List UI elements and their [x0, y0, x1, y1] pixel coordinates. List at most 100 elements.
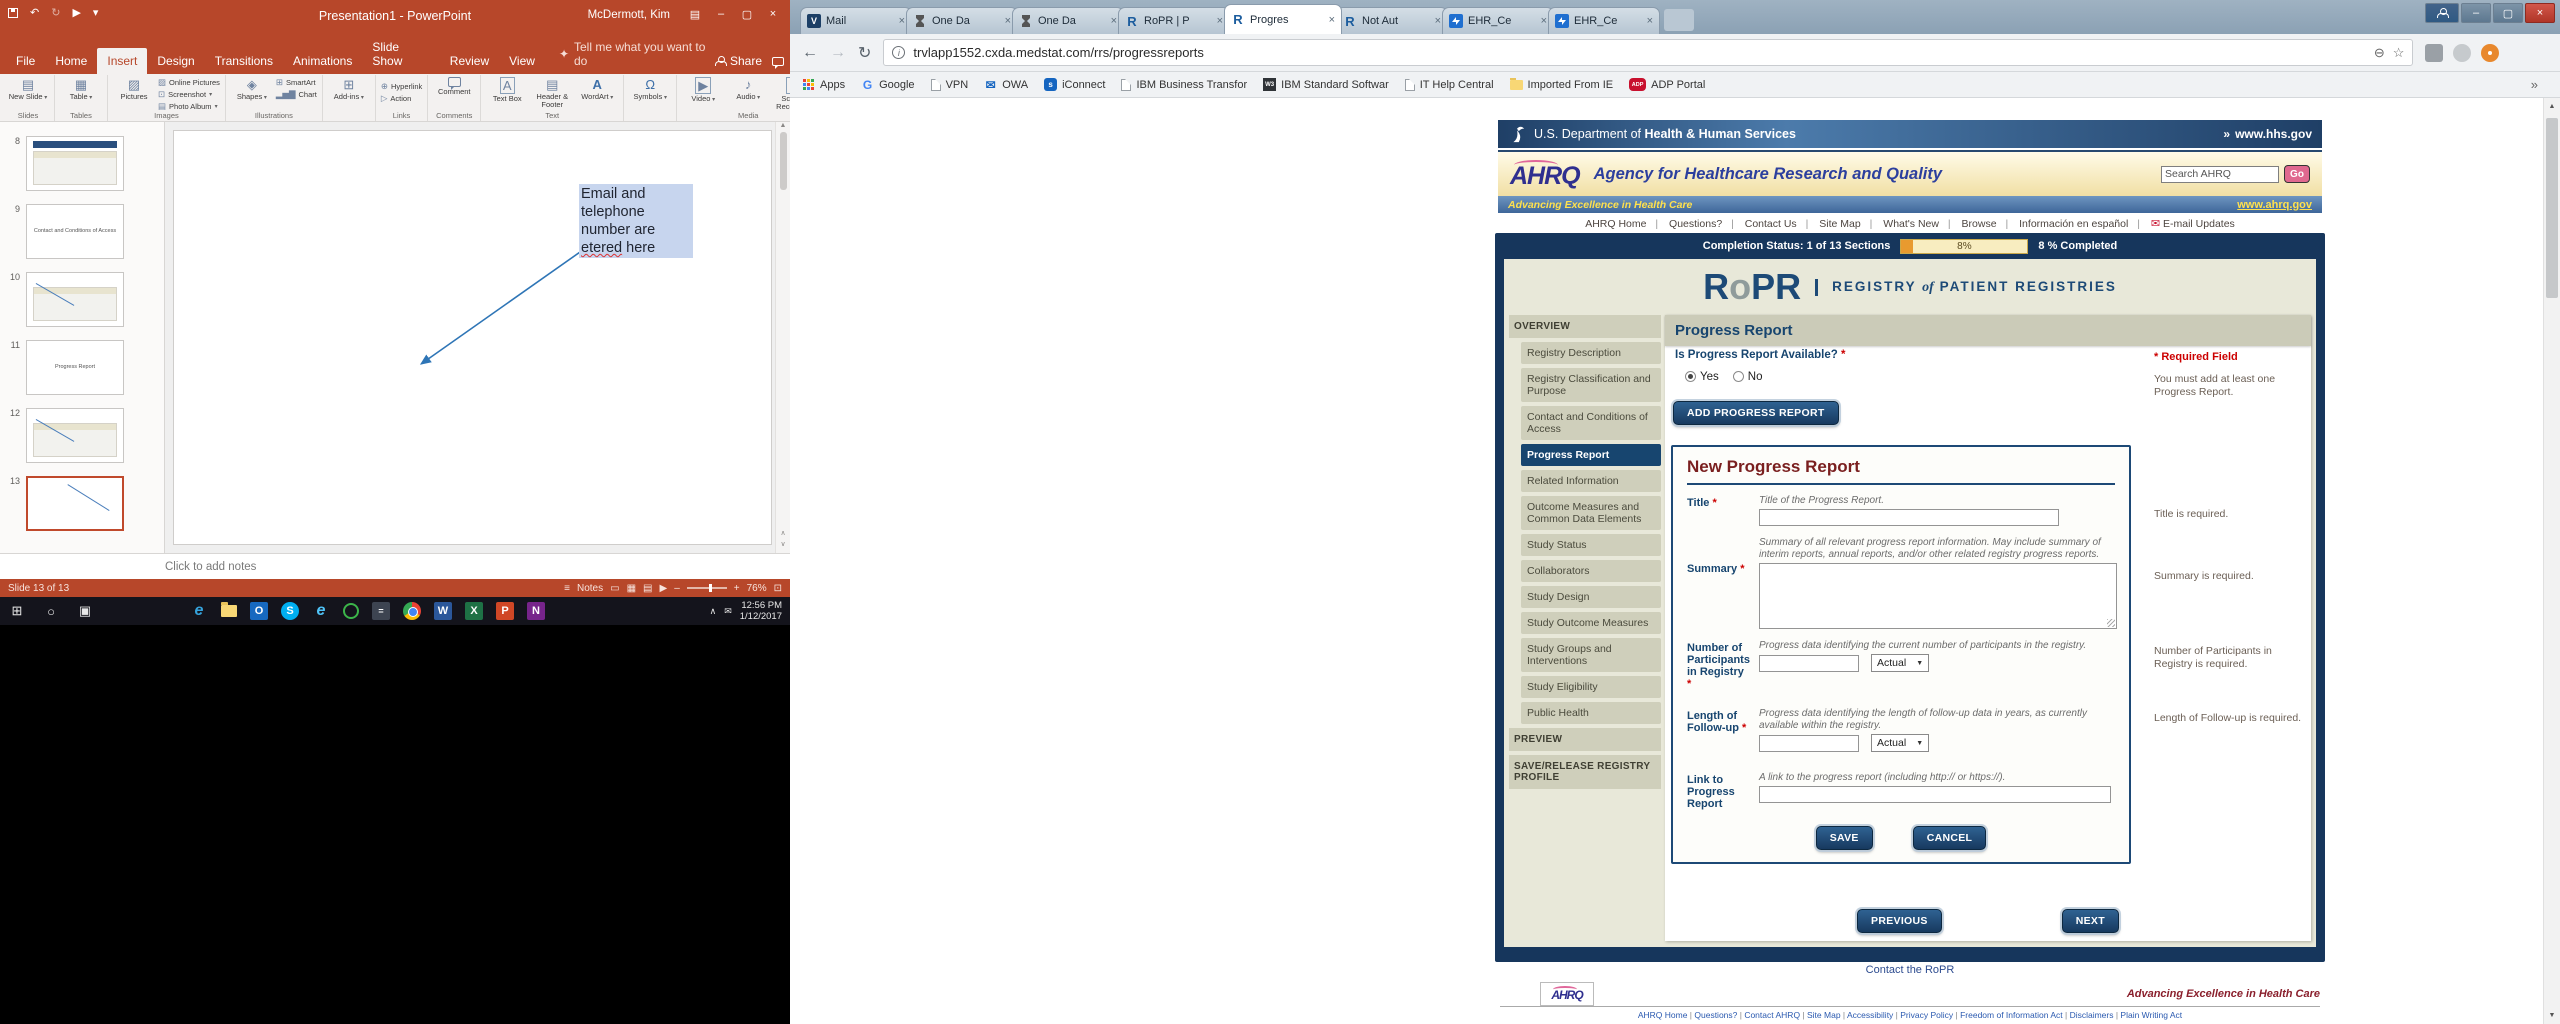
undo-icon[interactable]: ↶ — [30, 6, 39, 19]
sidebar-study-design[interactable]: Study Design — [1521, 586, 1661, 608]
sidebar-preview[interactable]: PREVIEW — [1509, 728, 1661, 751]
profile-icon[interactable] — [2425, 3, 2459, 23]
footer-questions[interactable]: Questions? — [1694, 1010, 1744, 1020]
ahrq-logo[interactable]: AHRQ — [1510, 158, 1580, 191]
radio-yes-icon[interactable] — [1685, 371, 1696, 382]
scrollbar-thumb[interactable] — [2546, 118, 2558, 298]
browser-tab-loading-2[interactable]: One Da× — [1012, 7, 1124, 34]
footer-site-map[interactable]: Site Map — [1807, 1010, 1847, 1020]
tell-me-box[interactable]: ✦Tell me what you want to do — [559, 40, 715, 74]
powerpoint-icon[interactable]: P — [496, 602, 514, 620]
previous-slide-icon[interactable]: ∧ — [780, 529, 785, 538]
sidebar-save-release[interactable]: SAVE/RELEASE REGISTRY PROFILE — [1509, 755, 1661, 789]
slide-thumbnail-12[interactable] — [26, 408, 124, 463]
zoom-out-icon[interactable]: – — [674, 583, 680, 594]
restore-icon[interactable]: ▢ — [734, 4, 760, 24]
bookmarks-overflow-icon[interactable]: » — [2531, 77, 2538, 92]
close-tab-icon[interactable]: × — [1005, 15, 1011, 27]
close-tab-icon[interactable]: × — [1329, 14, 1335, 26]
notes-toggle-icon[interactable]: ≡ — [564, 583, 570, 594]
page-scrollbar[interactable]: ▲ ▼ — [2543, 98, 2560, 1024]
next-button[interactable]: NEXT — [2062, 909, 2119, 933]
bookmark-iconnect[interactable]: siConnect — [1044, 78, 1105, 91]
audio-button[interactable]: ♪Audio — [727, 77, 769, 102]
scroll-down-icon[interactable]: ▼ — [2544, 1007, 2560, 1024]
scroll-up-icon[interactable]: ▲ — [2544, 98, 2560, 115]
save-button[interactable]: SAVE — [1816, 826, 1873, 850]
bookmark-imported-ie[interactable]: Imported From IE — [1510, 79, 1614, 91]
video-button[interactable]: ▶Video — [682, 77, 724, 104]
smartart-button[interactable]: ⊞SmartArt — [276, 77, 317, 88]
customize-quick-access-icon[interactable]: ▾ — [93, 6, 99, 19]
table-button[interactable]: ▦Table — [60, 77, 102, 102]
close-icon[interactable]: × — [760, 4, 786, 24]
browser-tab-progress-active[interactable]: RProgres× — [1224, 4, 1342, 34]
close-tab-icon[interactable]: × — [1111, 15, 1117, 27]
footer-plain-writing[interactable]: Plain Writing Act — [2120, 1010, 2182, 1020]
chart-button[interactable]: ▂▅▇Chart — [276, 89, 317, 100]
tab-transitions[interactable]: Transitions — [205, 48, 283, 74]
bookmark-ibm-business[interactable]: IBM Business Transfor — [1121, 79, 1247, 91]
participants-select[interactable]: Actual▼ — [1871, 654, 1929, 672]
sidebar-study-eligibility[interactable]: Study Eligibility — [1521, 676, 1661, 698]
start-button[interactable]: ⊞ — [0, 603, 34, 619]
bookmark-star-icon[interactable]: ☆ — [2393, 45, 2405, 61]
restore-icon[interactable]: ▢ — [2493, 3, 2523, 23]
footer-contact-ahrq[interactable]: Contact AHRQ — [1744, 1010, 1807, 1020]
redo-icon[interactable]: ↻ — [51, 6, 60, 19]
header-footer-button[interactable]: ▤Header & Footer — [531, 77, 573, 109]
save-icon[interactable] — [8, 8, 18, 18]
symbols-button[interactable]: ΩSymbols — [629, 77, 671, 102]
close-tab-icon[interactable]: × — [1217, 15, 1223, 27]
file-explorer-icon[interactable] — [221, 605, 237, 617]
edge-icon[interactable]: e — [190, 602, 208, 620]
bookmark-owa[interactable]: ✉OWA — [984, 78, 1028, 91]
sidebar-contact-conditions[interactable]: Contact and Conditions of Access — [1521, 406, 1661, 440]
slide-thumbnail-10[interactable] — [26, 272, 124, 327]
footer-disclaimers[interactable]: Disclaimers — [2070, 1010, 2121, 1020]
footer-ahrq-home[interactable]: AHRQ Home — [1638, 1010, 1695, 1020]
screenshot-button[interactable]: ⊡Screenshot — [158, 89, 220, 100]
search-ahrq-input[interactable] — [2161, 166, 2279, 183]
footer-foia[interactable]: Freedom of Information Act — [1960, 1010, 2069, 1020]
wordart-button[interactable]: AWordArt — [576, 77, 618, 102]
slide-sorter-icon[interactable]: ▦ — [627, 583, 636, 594]
browser-tab-ropr[interactable]: RRoPR | P× — [1118, 7, 1230, 34]
radio-no-icon[interactable] — [1733, 371, 1744, 382]
shapes-button[interactable]: ◈Shapes — [231, 77, 273, 102]
extension-icon-3[interactable] — [2481, 44, 2499, 62]
footer-accessibility[interactable]: Accessibility — [1847, 1010, 1900, 1020]
browser-tab-ehr-1[interactable]: EHR_Ce× — [1442, 7, 1554, 34]
sidebar-outcome-measures[interactable]: Outcome Measures and Common Data Element… — [1521, 496, 1661, 530]
tab-animations[interactable]: Animations — [283, 48, 362, 74]
sidebar-collaborators[interactable]: Collaborators — [1521, 560, 1661, 582]
bookmark-adp[interactable]: ADPADP Portal — [1629, 78, 1705, 91]
pictures-button[interactable]: ▨Pictures — [113, 77, 155, 101]
calculator-icon[interactable]: = — [372, 602, 390, 620]
word-icon[interactable]: W — [434, 602, 452, 620]
nav-email-updates[interactable]: ✉ E-mail Updates — [2147, 218, 2239, 230]
sidebar-registry-classification[interactable]: Registry Classification and Purpose — [1521, 368, 1661, 402]
cortana-search-button[interactable]: ○ — [34, 604, 68, 619]
tab-view[interactable]: View — [499, 48, 545, 74]
nav-whats-new[interactable]: What's New — [1879, 218, 1954, 230]
start-slideshow-icon[interactable]: ▶ — [72, 6, 80, 19]
share-button[interactable]: Share — [715, 54, 762, 68]
sidebar-study-groups[interactable]: Study Groups and Interventions — [1521, 638, 1661, 672]
sidebar-registry-description[interactable]: Registry Description — [1521, 342, 1661, 364]
tab-file[interactable]: File — [6, 48, 45, 74]
radio-yes[interactable]: Yes — [1685, 371, 1719, 383]
extension-icon-2[interactable] — [2453, 44, 2471, 62]
notes-pane[interactable]: Click to add notes — [0, 553, 790, 579]
nav-browse[interactable]: Browse — [1958, 218, 2013, 230]
slide-thumbnail-13-selected[interactable] — [26, 476, 124, 531]
add-ins-button[interactable]: ⊞Add-ins — [328, 77, 370, 102]
tab-insert[interactable]: Insert — [97, 48, 147, 74]
bookmark-it-help[interactable]: IT Help Central — [1405, 79, 1494, 91]
sidebar-progress-report[interactable]: Progress Report — [1521, 444, 1661, 466]
sidebar-study-status[interactable]: Study Status — [1521, 534, 1661, 556]
summary-textarea[interactable] — [1759, 563, 2117, 629]
footer-ahrq-logo[interactable]: AHRQ — [1540, 982, 1594, 1006]
next-slide-icon[interactable]: ∨ — [780, 540, 785, 549]
page-info-icon[interactable]: i — [892, 46, 905, 59]
